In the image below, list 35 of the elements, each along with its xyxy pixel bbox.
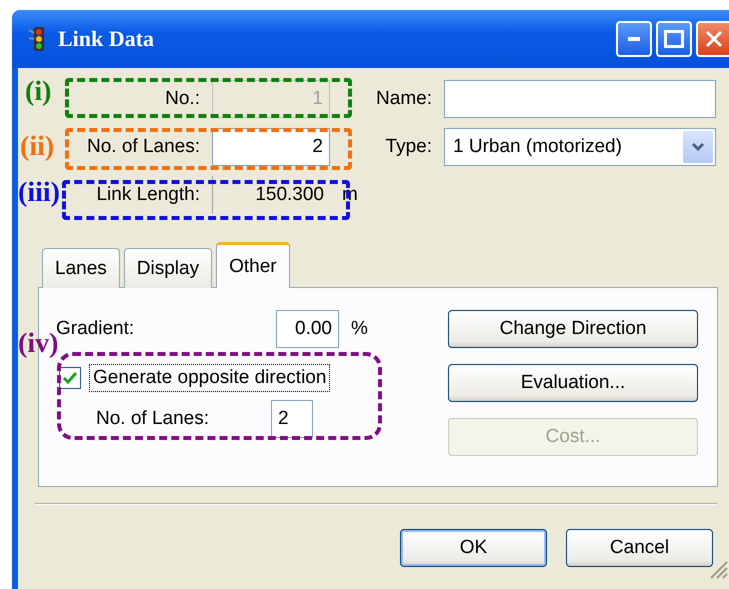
- checkmark-icon: [62, 371, 78, 385]
- checkbox[interactable]: [59, 367, 81, 389]
- close-icon: [705, 30, 723, 48]
- annotation-label: (ii): [20, 133, 54, 161]
- field-label: No. of Lanes:: [86, 136, 200, 158]
- ok-button[interactable]: OK: [400, 529, 547, 567]
- gradient-field[interactable]: 0.00: [276, 310, 339, 348]
- tab[interactable]: Display: [124, 248, 212, 288]
- minimize-button[interactable]: [616, 21, 652, 57]
- tab[interactable]: Lanes: [42, 248, 120, 288]
- checkbox-label[interactable]: Generate opposite direction: [89, 364, 330, 392]
- window-title: Link Data: [58, 26, 155, 52]
- field-label: Type:: [384, 136, 432, 158]
- tab[interactable]: Other: [216, 242, 290, 288]
- field-label: Name:: [375, 88, 432, 110]
- action-button[interactable]: Change Direction: [448, 310, 698, 348]
- maximize-button[interactable]: [656, 21, 692, 57]
- name-field[interactable]: [444, 80, 716, 118]
- lanes-field[interactable]: 2: [212, 128, 330, 166]
- maximize-icon: [664, 30, 684, 48]
- close-button[interactable]: [696, 21, 729, 57]
- field-label: No. of Lanes:: [96, 408, 210, 430]
- field-label: Link Length:: [96, 184, 200, 206]
- chevron-icon: [691, 142, 705, 152]
- annotation-label: (i): [25, 78, 52, 106]
- annotation-label: (iv): [18, 330, 58, 358]
- minimize-icon: [628, 37, 640, 41]
- type-dropdown[interactable]: 1 Urban (motorized): [444, 128, 716, 166]
- annotation-label: (iii): [18, 179, 60, 207]
- action-button[interactable]: Evaluation...: [448, 364, 698, 402]
- lanes-field[interactable]: 2: [271, 400, 313, 438]
- field-label: No.:: [165, 88, 200, 110]
- field-label: Gradient:: [56, 318, 136, 339]
- cancel-button[interactable]: Cancel: [566, 529, 713, 567]
- unit-label: %: [351, 318, 368, 340]
